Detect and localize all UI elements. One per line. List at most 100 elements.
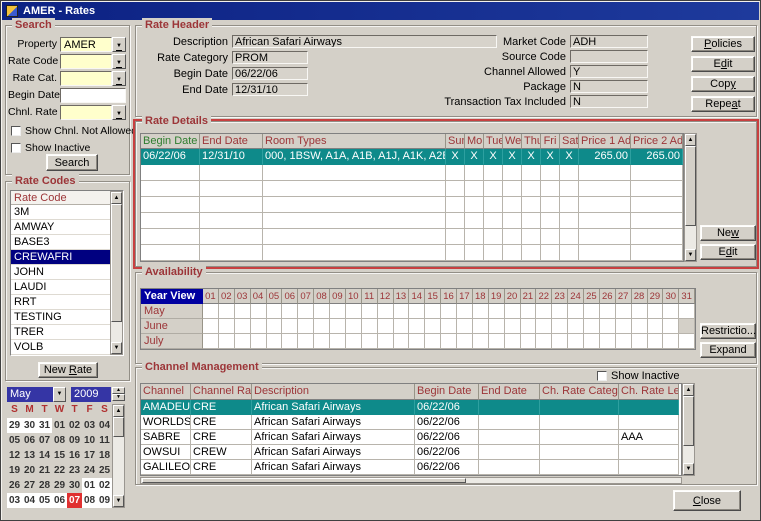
chnl-rate-input[interactable] — [60, 105, 112, 120]
rate-code-item[interactable]: 3M — [11, 205, 110, 220]
calendar-year-field[interactable]: 2009 — [71, 387, 111, 402]
availability-cell[interactable] — [663, 304, 679, 319]
scroll-down-icon[interactable]: ▼ — [111, 342, 122, 354]
rate-codes-scrollbar[interactable]: ▲ ▼ — [110, 191, 123, 355]
availability-cell[interactable] — [505, 319, 521, 334]
repeat-button[interactable]: Repeat — [691, 96, 755, 112]
calendar-date[interactable]: 02 — [97, 478, 112, 493]
begin-date-field[interactable]: 06/22/06 — [232, 67, 308, 80]
calendar-date[interactable]: 03 — [7, 493, 22, 508]
show-inactive-checkbox[interactable] — [597, 371, 607, 381]
package-field[interactable]: N — [570, 80, 648, 93]
availability-cell[interactable] — [505, 304, 521, 319]
chnl-rate-dropdown-button[interactable]: ▼ — [112, 105, 126, 120]
availability-cell[interactable] — [425, 334, 441, 349]
availability-cell[interactable] — [632, 319, 648, 334]
calendar-date[interactable]: 04 — [22, 493, 37, 508]
calendar-date[interactable]: 10 — [82, 433, 97, 448]
rate-code-item[interactable]: VOLB — [11, 340, 110, 355]
policies-button[interactable]: Policies — [691, 36, 755, 52]
scroll-up-icon[interactable]: ▲ — [685, 134, 696, 146]
availability-cell[interactable] — [632, 334, 648, 349]
availability-cell[interactable] — [346, 319, 362, 334]
channel-vertical-scrollbar[interactable]: ▲ ▼ — [682, 383, 695, 476]
availability-cell[interactable] — [235, 304, 251, 319]
availability-cell[interactable] — [521, 304, 537, 319]
availability-cell[interactable] — [584, 334, 600, 349]
availability-cell[interactable] — [648, 304, 664, 319]
rate-code-dropdown-button[interactable]: ▼ — [112, 54, 126, 69]
availability-cell[interactable] — [457, 304, 473, 319]
calendar-date[interactable]: 29 — [7, 418, 22, 433]
show-inactive-checkbox-row[interactable]: Show Inactive — [597, 370, 679, 382]
availability-cell[interactable] — [425, 319, 441, 334]
scroll-down-icon[interactable]: ▼ — [683, 463, 694, 475]
availability-cell[interactable] — [330, 334, 346, 349]
rate-code-item[interactable]: LAUDI — [11, 280, 110, 295]
availability-cell[interactable] — [203, 334, 219, 349]
source-code-field[interactable] — [570, 50, 648, 63]
availability-cell[interactable] — [489, 334, 505, 349]
availability-cell[interactable] — [409, 304, 425, 319]
availability-cell[interactable] — [552, 319, 568, 334]
calendar-date[interactable]: 08 — [52, 433, 67, 448]
calendar-date[interactable]: 21 — [37, 463, 52, 478]
channel-horizontal-scrollbar[interactable] — [140, 477, 682, 484]
availability-cell[interactable] — [298, 319, 314, 334]
calendar-date[interactable]: 22 — [52, 463, 67, 478]
scroll-thumb[interactable] — [111, 204, 122, 322]
availability-cell[interactable] — [394, 319, 410, 334]
show-chnl-not-allowed-checkbox[interactable] — [11, 126, 21, 136]
rate-code-item[interactable]: AMWAY — [11, 220, 110, 235]
rate-details-new-button[interactable]: New — [700, 225, 756, 241]
availability-cell[interactable] — [219, 319, 235, 334]
availability-cell[interactable] — [251, 319, 267, 334]
rate-code-item[interactable]: TESTING — [11, 310, 110, 325]
rate-code-item[interactable]: BASE3 — [11, 235, 110, 250]
close-button[interactable]: Close — [673, 490, 741, 511]
availability-cell[interactable] — [314, 334, 330, 349]
search-button[interactable]: Search — [46, 154, 98, 171]
market-code-field[interactable]: ADH — [570, 35, 648, 48]
availability-cell[interactable] — [679, 334, 695, 349]
rate-header-edit-button[interactable]: Edit — [691, 56, 755, 72]
availability-cell[interactable] — [282, 334, 298, 349]
availability-cell[interactable] — [568, 304, 584, 319]
availability-cell[interactable] — [441, 334, 457, 349]
availability-cell[interactable] — [394, 304, 410, 319]
calendar-date[interactable]: 18 — [97, 448, 112, 463]
availability-cell[interactable] — [616, 304, 632, 319]
availability-cell[interactable] — [663, 334, 679, 349]
availability-cell[interactable] — [552, 304, 568, 319]
availability-cell[interactable] — [600, 334, 616, 349]
calendar-date[interactable]: 31 — [37, 418, 52, 433]
calendar-date[interactable]: 05 — [37, 493, 52, 508]
copy-button[interactable]: Copy — [691, 76, 755, 92]
availability-cell[interactable] — [473, 319, 489, 334]
scroll-up-icon[interactable]: ▲ — [113, 405, 124, 417]
availability-cell[interactable] — [632, 304, 648, 319]
availability-cell[interactable] — [425, 304, 441, 319]
calendar-date[interactable]: 19 — [7, 463, 22, 478]
availability-cell[interactable] — [457, 319, 473, 334]
calendar-date[interactable]: 23 — [67, 463, 82, 478]
calendar-month-dropdown-button[interactable]: ▼ — [53, 387, 66, 402]
availability-cell[interactable] — [409, 334, 425, 349]
availability-cell[interactable] — [505, 334, 521, 349]
calendar-date[interactable]: 07 — [67, 493, 82, 508]
availability-cell[interactable] — [473, 334, 489, 349]
availability-cell[interactable] — [536, 304, 552, 319]
table-row[interactable]: 06/22/0612/31/10000, 1BSW, A1A, A1B, A1J… — [141, 149, 683, 165]
availability-cell[interactable] — [378, 334, 394, 349]
calendar-date[interactable]: 13 — [22, 448, 37, 463]
availability-cell[interactable] — [267, 304, 283, 319]
scroll-down-icon[interactable]: ▼ — [685, 249, 696, 261]
availability-cell[interactable] — [616, 334, 632, 349]
scroll-up-icon[interactable]: ▲ — [683, 384, 694, 396]
calendar-date[interactable]: 07 — [37, 433, 52, 448]
year-view-header[interactable]: Year View — [141, 289, 203, 304]
availability-cell[interactable] — [330, 319, 346, 334]
calendar-scrollbar[interactable]: ▲ ▼ — [112, 404, 125, 508]
end-date-field[interactable]: 12/31/10 — [232, 83, 308, 96]
property-dropdown-button[interactable]: ▼ — [112, 37, 126, 52]
